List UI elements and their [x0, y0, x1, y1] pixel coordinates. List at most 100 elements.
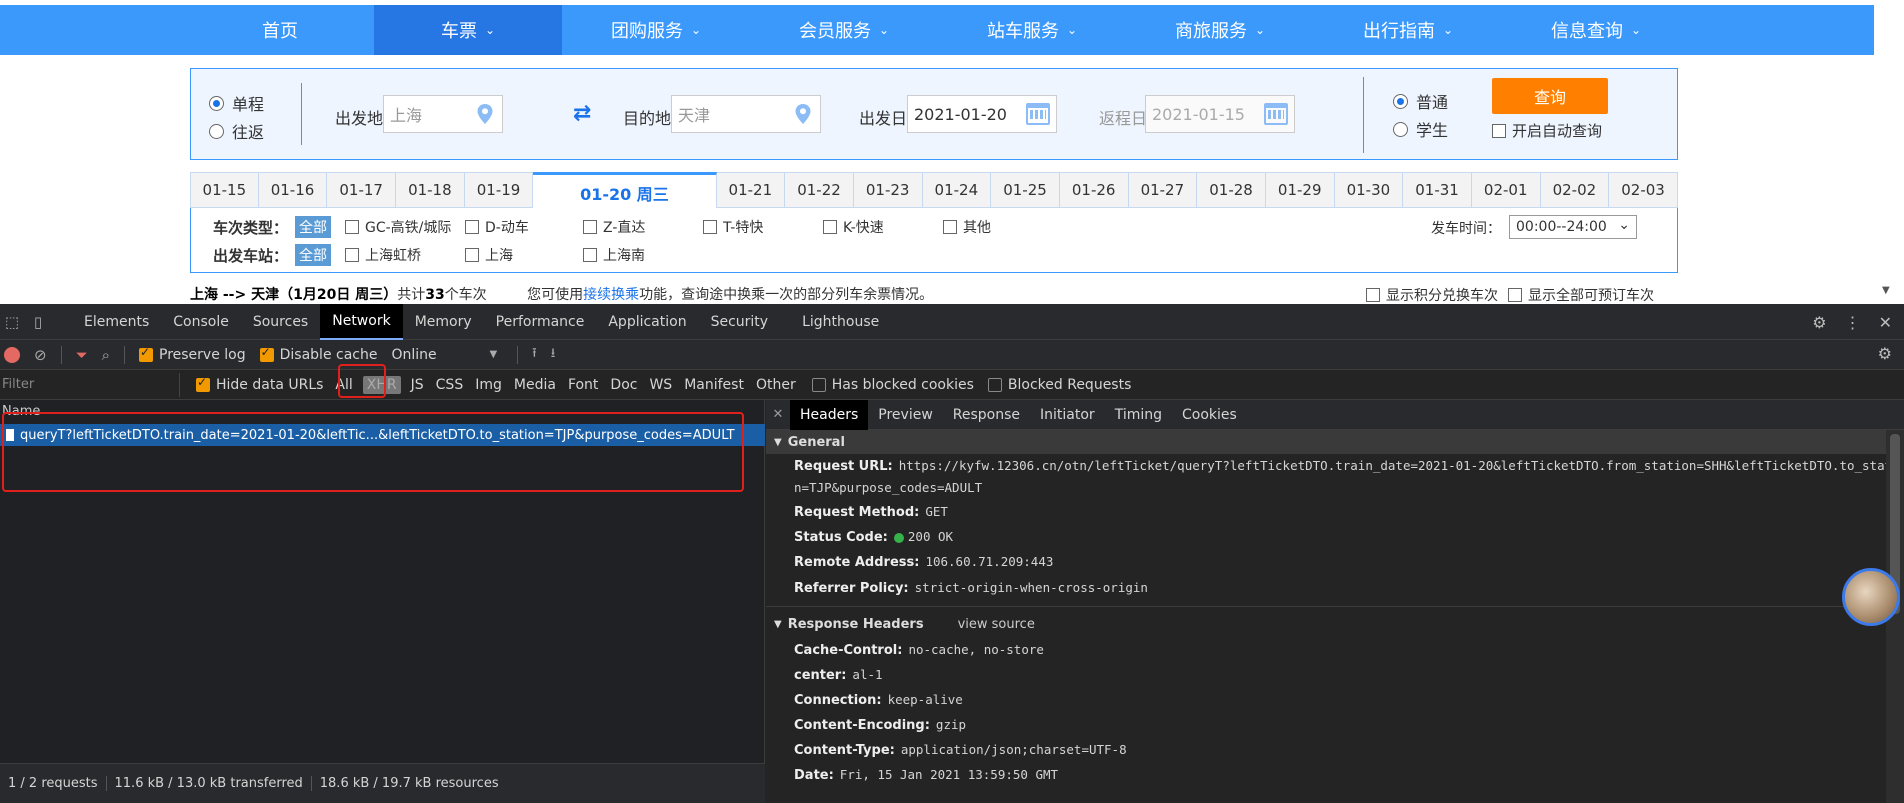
date-tab[interactable]: 01-18	[396, 172, 465, 208]
close-icon[interactable]: ✕	[1879, 313, 1892, 332]
tab-headers[interactable]: Headers	[790, 399, 869, 430]
tab-network[interactable]: Network	[320, 303, 403, 340]
date-tab[interactable]: 02-03	[1609, 172, 1678, 208]
date-tab[interactable]: 01-29	[1265, 172, 1335, 208]
auto-query-checkbox[interactable]: 开启自动查询	[1492, 120, 1602, 141]
depart-time-select[interactable]: 00:00--24:00 ⌄	[1509, 215, 1637, 239]
hide-data-urls-checkbox[interactable]: Hide data URLs	[196, 375, 323, 393]
tab-application[interactable]: Application	[596, 304, 698, 340]
filter-input[interactable]: Filter	[0, 372, 180, 397]
type-filter-css[interactable]: CSS	[430, 377, 470, 393]
date-tab[interactable]: 01-31	[1403, 172, 1472, 208]
device-toolbar-icon[interactable]: ▯	[28, 312, 48, 332]
blocked-requests-checkbox[interactable]: Blocked Requests	[987, 377, 1131, 393]
type-filter-media[interactable]: Media	[508, 377, 562, 393]
train-type-all[interactable]: 全部	[295, 216, 331, 238]
date-tab[interactable]: 01-25	[991, 172, 1060, 208]
type-filter-ws[interactable]: WS	[643, 377, 678, 393]
date-tab[interactable]: 01-16	[258, 172, 328, 208]
page-scrollbar[interactable]: ▼	[1874, 0, 1904, 304]
nav-station-service[interactable]: 站车服务 ⌄	[938, 5, 1126, 55]
depart-date-input[interactable]: 2021-01-20	[907, 95, 1057, 133]
date-tab[interactable]: 01-23	[853, 172, 923, 208]
transfer-link[interactable]: 接续换乘	[583, 287, 639, 303]
response-headers-section-header[interactable]: ▼ Response Headers view source	[766, 612, 1886, 636]
train-type-option[interactable]: Z-直达	[583, 217, 703, 237]
nav-member-service[interactable]: 会员服务 ⌄	[750, 5, 938, 55]
date-tab[interactable]: 01-28	[1197, 172, 1266, 208]
date-tab[interactable]: 01-22	[785, 172, 854, 208]
date-tab[interactable]: 01-27	[1128, 172, 1198, 208]
date-tab[interactable]: 01-21	[716, 172, 786, 208]
filter-icon[interactable]: ⏷	[76, 346, 88, 364]
tab-cookies[interactable]: Cookies	[1172, 400, 1247, 430]
general-section-header[interactable]: ▼ General	[766, 430, 1886, 454]
tab-security[interactable]: Security	[699, 304, 781, 340]
tab-initiator[interactable]: Initiator	[1030, 400, 1105, 430]
tab-console[interactable]: Console	[161, 304, 241, 340]
date-tab[interactable]: 02-02	[1540, 172, 1610, 208]
tab-timing[interactable]: Timing	[1105, 400, 1172, 430]
export-har-icon[interactable]: ⭳	[551, 344, 556, 366]
train-type-option[interactable]: K-快速	[823, 217, 943, 237]
network-settings-icon[interactable]: ⚙	[1878, 344, 1892, 363]
throttle-select[interactable]: Online	[391, 347, 475, 363]
bookable-checkbox[interactable]	[1508, 288, 1522, 302]
scroll-down-icon[interactable]: ▼	[1882, 285, 1890, 296]
tab-response[interactable]: Response	[943, 400, 1030, 430]
type-filter-doc[interactable]: Doc	[604, 377, 643, 393]
date-tab[interactable]: 01-17	[327, 172, 397, 208]
type-filter-img[interactable]: Img	[469, 377, 508, 393]
trip-round-radio[interactable]: 往返	[209, 119, 264, 143]
points-checkbox[interactable]	[1366, 288, 1380, 302]
station-option[interactable]: 上海	[465, 245, 583, 265]
view-source-link[interactable]: view source	[958, 617, 1035, 632]
preserve-log-checkbox[interactable]: Preserve log	[139, 345, 246, 363]
tab-performance[interactable]: Performance	[484, 304, 597, 340]
nav-business-travel[interactable]: 商旅服务 ⌄	[1126, 5, 1314, 55]
nav-group-service[interactable]: 团购服务 ⌄	[562, 5, 750, 55]
date-tab[interactable]: 01-15	[190, 172, 259, 208]
type-filter-font[interactable]: Font	[562, 377, 604, 393]
date-tab[interactable]: 02-01	[1471, 172, 1541, 208]
import-har-icon[interactable]: ⭱	[532, 344, 537, 366]
train-type-option[interactable]: GC-高铁/城际	[345, 217, 465, 237]
has-blocked-cookies-checkbox[interactable]: Has blocked cookies	[811, 377, 974, 393]
nav-info-query[interactable]: 信息查询 ⌄	[1502, 5, 1690, 55]
tab-sources[interactable]: Sources	[241, 304, 320, 340]
tab-preview[interactable]: Preview	[868, 400, 943, 430]
date-tab[interactable]: 01-26	[1059, 172, 1129, 208]
disable-cache-checkbox[interactable]: Disable cache	[259, 345, 377, 363]
query-button[interactable]: 查询	[1492, 78, 1608, 114]
station-all[interactable]: 全部	[295, 244, 331, 266]
train-type-option[interactable]: 其他	[943, 217, 1043, 237]
type-filter-other[interactable]: Other	[750, 377, 802, 393]
passenger-normal-radio[interactable]: 普通	[1393, 89, 1448, 113]
nav-home[interactable]: 首页	[186, 5, 374, 55]
clear-icon[interactable]: ⊘	[34, 346, 47, 364]
return-date-input[interactable]: 2021-01-15	[1145, 95, 1295, 133]
record-icon[interactable]	[4, 346, 20, 363]
tab-lighthouse[interactable]: Lighthouse	[790, 304, 891, 340]
nav-travel-guide[interactable]: 出行指南 ⌄	[1314, 5, 1502, 55]
floating-avatar[interactable]	[1842, 568, 1900, 626]
station-option[interactable]: 上海虹桥	[345, 245, 465, 265]
date-tab[interactable]: 01-30	[1334, 172, 1404, 208]
gear-icon[interactable]: ⚙	[1812, 313, 1826, 332]
swap-stations-icon[interactable]: ⇄	[573, 101, 591, 126]
inspect-icon[interactable]: ⬚	[2, 312, 22, 332]
from-station-input[interactable]: 上海	[383, 95, 503, 133]
search-icon[interactable]: ⌕	[102, 346, 110, 364]
date-tab[interactable]: 01-24	[922, 172, 992, 208]
date-tab-active[interactable]: 01-20 周三	[533, 172, 717, 210]
train-type-option[interactable]: D-动车	[465, 217, 583, 237]
trip-oneway-radio[interactable]: 单程	[209, 91, 264, 115]
station-option[interactable]: 上海南	[583, 245, 703, 265]
passenger-student-radio[interactable]: 学生	[1393, 117, 1448, 141]
more-icon[interactable]: ⋮	[1845, 313, 1861, 332]
train-type-option[interactable]: T-特快	[703, 217, 823, 237]
nav-tickets[interactable]: 车票 ⌄	[374, 5, 562, 55]
to-station-input[interactable]: 天津	[671, 95, 821, 133]
tab-elements[interactable]: Elements	[72, 304, 161, 340]
tab-memory[interactable]: Memory	[403, 304, 484, 340]
